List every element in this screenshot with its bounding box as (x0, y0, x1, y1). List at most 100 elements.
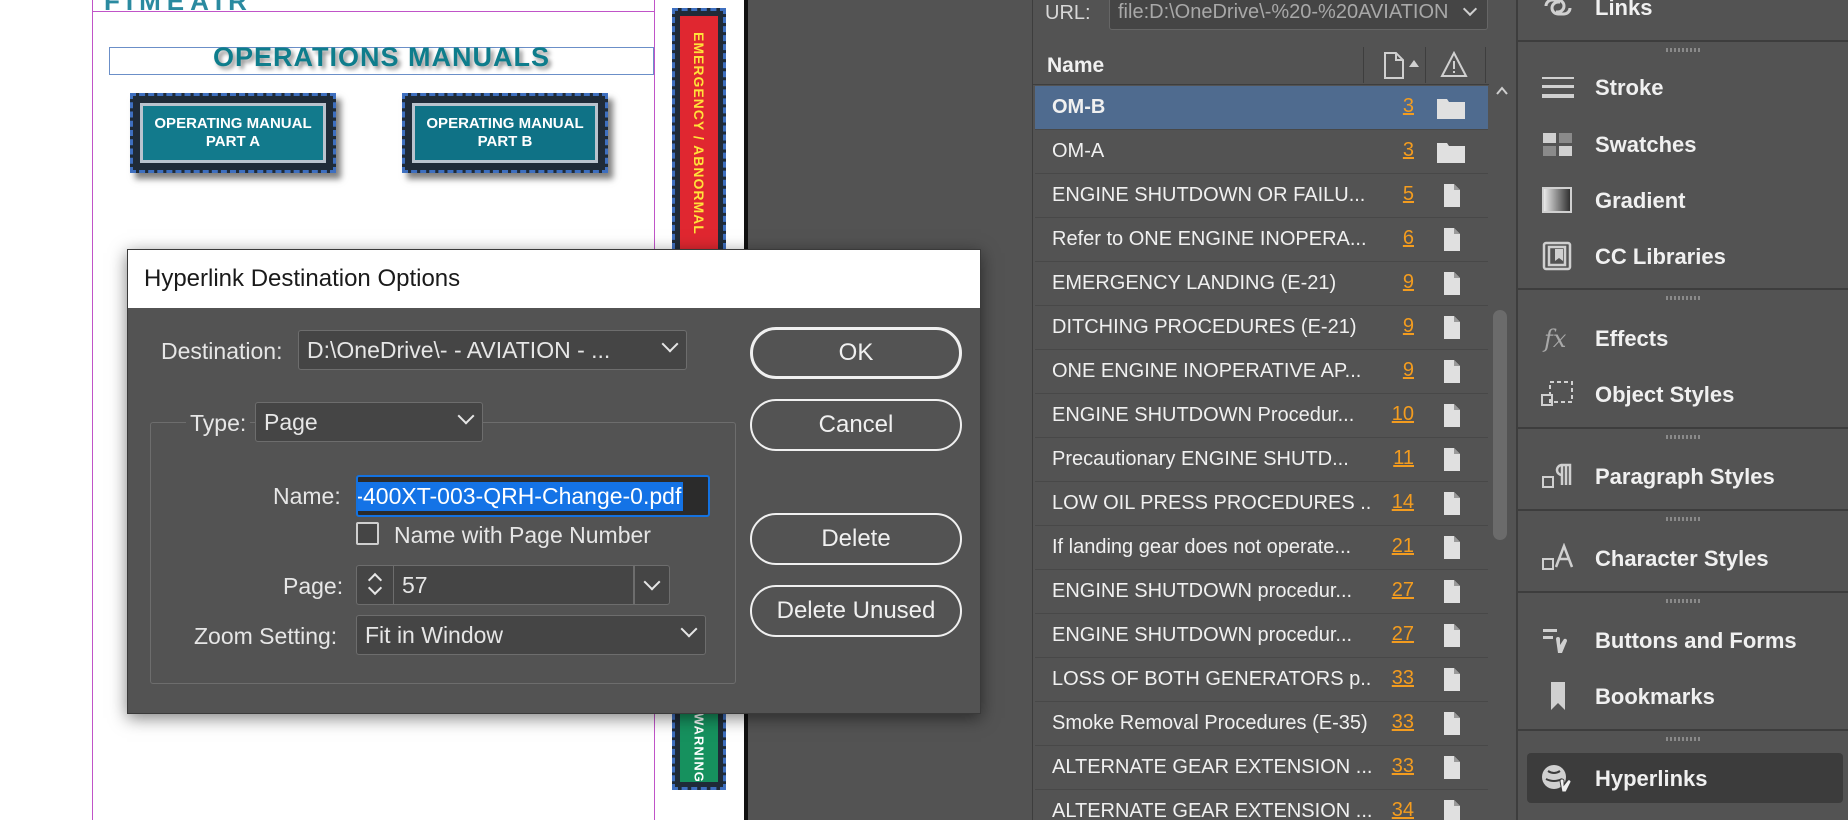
panel-grip[interactable] (1666, 517, 1702, 521)
folder-icon[interactable] (1436, 139, 1466, 164)
dock-item-swatches[interactable]: Swatches (1518, 119, 1848, 169)
hyperlink-row[interactable]: ALTERNATE GEAR EXTENSION ... 34 (1035, 790, 1488, 820)
hyperlink-row[interactable]: If landing gear does not operate... 21 (1035, 526, 1488, 570)
hyperlink-row[interactable]: ENGINE SHUTDOWN procedur... 27 (1035, 614, 1488, 658)
panel-grip[interactable] (1666, 599, 1702, 603)
chevron-down-icon[interactable] (1462, 1, 1478, 17)
name-with-page-number-label[interactable]: Name with Page Number (394, 522, 651, 549)
dock-item-buttons-forms[interactable]: Buttons and Forms (1518, 615, 1848, 665)
dock-item-character-styles[interactable]: Character Styles (1518, 533, 1848, 583)
hyperlink-page-number[interactable]: 3 (1403, 95, 1414, 118)
emergency-abnormal-tab[interactable]: EMERGENCY / ABNORMAL (672, 8, 726, 258)
warning-column-icon[interactable] (1440, 51, 1468, 79)
hyperlink-page-number[interactable]: 27 (1392, 623, 1414, 646)
scroll-up-icon[interactable] (1495, 84, 1509, 98)
hyperlink-row[interactable]: ALTERNATE GEAR EXTENSION ... 33 (1035, 746, 1488, 790)
page-icon[interactable] (1436, 799, 1466, 820)
hyperlink-page-number[interactable]: 5 (1403, 183, 1414, 206)
url-field[interactable]: file:D:\OneDrive\-%20-%20AVIATION (1109, 0, 1488, 30)
folder-icon[interactable] (1436, 95, 1466, 120)
hyperlink-page-number[interactable]: 27 (1392, 579, 1414, 602)
dock-item-links[interactable]: Links (1518, 0, 1848, 32)
operating-manual-part-a-button[interactable]: OPERATING MANUAL PART A (130, 93, 336, 173)
hyperlink-row[interactable]: DITCHING PROCEDURES (E-21) 9 (1035, 306, 1488, 350)
cc-libraries-icon (1542, 241, 1572, 271)
dock-item-hyperlinks[interactable]: Hyperlinks (1527, 753, 1843, 803)
hyperlink-row[interactable]: ENGINE SHUTDOWN Procedur... 10 (1035, 394, 1488, 438)
hyperlink-page-number[interactable]: 11 (1393, 447, 1414, 470)
column-divider[interactable] (1425, 47, 1426, 83)
hyperlink-row[interactable]: LOSS OF BOTH GENERATORS p... 33 (1035, 658, 1488, 702)
type-select[interactable]: Page (255, 402, 483, 442)
scrollbar-thumb[interactable] (1493, 310, 1507, 540)
operating-manual-part-b-button[interactable]: OPERATING MANUAL PART B (402, 93, 608, 173)
dock-item-gradient[interactable]: Gradient (1518, 175, 1848, 225)
warning-tab[interactable]: WARNING (672, 705, 726, 790)
page-icon[interactable] (1436, 359, 1466, 384)
hyperlink-page-number[interactable]: 21 (1392, 535, 1414, 558)
hyperlink-page-number[interactable]: 6 (1403, 227, 1414, 250)
hyperlink-page-number[interactable]: 9 (1403, 271, 1414, 294)
page-icon[interactable] (1436, 271, 1466, 296)
page-icon[interactable] (1436, 183, 1466, 208)
page-icon[interactable] (1436, 755, 1466, 780)
zoom-setting-select[interactable]: Fit in Window (356, 615, 706, 655)
page-column-icon[interactable] (1383, 52, 1405, 79)
page-icon[interactable] (1436, 447, 1466, 472)
hyperlink-page-number[interactable]: 9 (1403, 359, 1414, 382)
page-icon[interactable] (1436, 227, 1466, 252)
cancel-button[interactable]: Cancel (750, 399, 962, 451)
dock-item-effects[interactable]: fx Effects (1518, 313, 1848, 363)
page-icon[interactable] (1436, 667, 1466, 692)
page-dropdown[interactable] (634, 565, 670, 605)
page-field[interactable]: 57 (394, 565, 634, 605)
column-divider[interactable] (1363, 47, 1364, 83)
page-icon[interactable] (1436, 491, 1466, 516)
dock-item-bookmarks[interactable]: Bookmarks (1518, 671, 1848, 721)
hyperlink-page-number[interactable]: 34 (1392, 799, 1414, 820)
hyperlink-row[interactable]: OM-A 3 (1035, 130, 1488, 174)
page-stepper[interactable] (356, 565, 394, 605)
delete-button[interactable]: Delete (750, 513, 962, 565)
hyperlink-page-number[interactable]: 33 (1392, 755, 1414, 778)
hyperlink-page-number[interactable]: 33 (1392, 711, 1414, 734)
hyperlink-row[interactable]: ENGINE SHUTDOWN procedur... 27 (1035, 570, 1488, 614)
panel-grip[interactable] (1666, 296, 1702, 300)
panel-grip[interactable] (1666, 435, 1702, 439)
hyperlink-row[interactable]: Smoke Removal Procedures (E-35) 33 (1035, 702, 1488, 746)
hyperlink-row[interactable]: ENGINE SHUTDOWN OR FAILU... 5 (1035, 174, 1488, 218)
page-icon[interactable] (1436, 623, 1466, 648)
hyperlink-row[interactable]: Precautionary ENGINE SHUTD... 11 (1035, 438, 1488, 482)
page-icon[interactable] (1436, 535, 1466, 560)
hyperlink-row[interactable]: EMERGENCY LANDING (E-21) 9 (1035, 262, 1488, 306)
page-icon[interactable] (1436, 403, 1466, 428)
panel-grip[interactable] (1666, 48, 1702, 52)
hyperlink-page-number[interactable]: 3 (1403, 139, 1414, 162)
page-icon[interactable] (1436, 711, 1466, 736)
delete-unused-button[interactable]: Delete Unused (750, 585, 962, 637)
hyperlink-row[interactable]: LOW OIL PRESS PROCEDURES ... 14 (1035, 482, 1488, 526)
hyperlink-page-number[interactable]: 10 (1392, 403, 1414, 426)
hyperlink-row[interactable]: OM-B 3 (1035, 86, 1488, 130)
dock-item-object-styles[interactable]: Object Styles (1518, 369, 1848, 419)
hyperlinks-list[interactable]: OM-B 3 OM-A 3 ENGINE SHUTDOWN OR FAILU... 5 Re… (1035, 86, 1488, 820)
hyperlink-page-number[interactable]: 9 (1403, 315, 1414, 338)
page-icon[interactable] (1436, 579, 1466, 604)
hyperlink-name: OM-A (1052, 140, 1105, 162)
hyperlink-page-number[interactable]: 14 (1392, 491, 1414, 514)
hyperlink-row[interactable]: ONE ENGINE INOPERATIVE AP... 9 (1035, 350, 1488, 394)
destination-select[interactable]: D:\OneDrive\- - AVIATION - ... (298, 330, 687, 370)
page-icon[interactable] (1436, 315, 1466, 340)
dock-item-paragraph-styles[interactable]: Paragraph Styles (1518, 451, 1848, 501)
panel-grip[interactable] (1666, 737, 1702, 741)
dialog-titlebar[interactable]: Hyperlink Destination Options (128, 250, 980, 308)
name-with-page-number-checkbox[interactable] (356, 522, 379, 545)
hyperlink-page-number[interactable]: 33 (1392, 667, 1414, 690)
name-field[interactable]: A-400XT-003-QRH-Change-0.pdf (356, 475, 710, 517)
hyperlink-row[interactable]: Refer to ONE ENGINE INOPERA... 6 (1035, 218, 1488, 262)
column-header-name[interactable]: Name (1047, 54, 1104, 78)
dock-item-cc-libraries[interactable]: CC Libraries (1518, 231, 1848, 281)
ok-button[interactable]: OK (750, 327, 962, 379)
column-divider[interactable] (1485, 47, 1486, 83)
dock-item-stroke[interactable]: Stroke (1518, 62, 1848, 112)
